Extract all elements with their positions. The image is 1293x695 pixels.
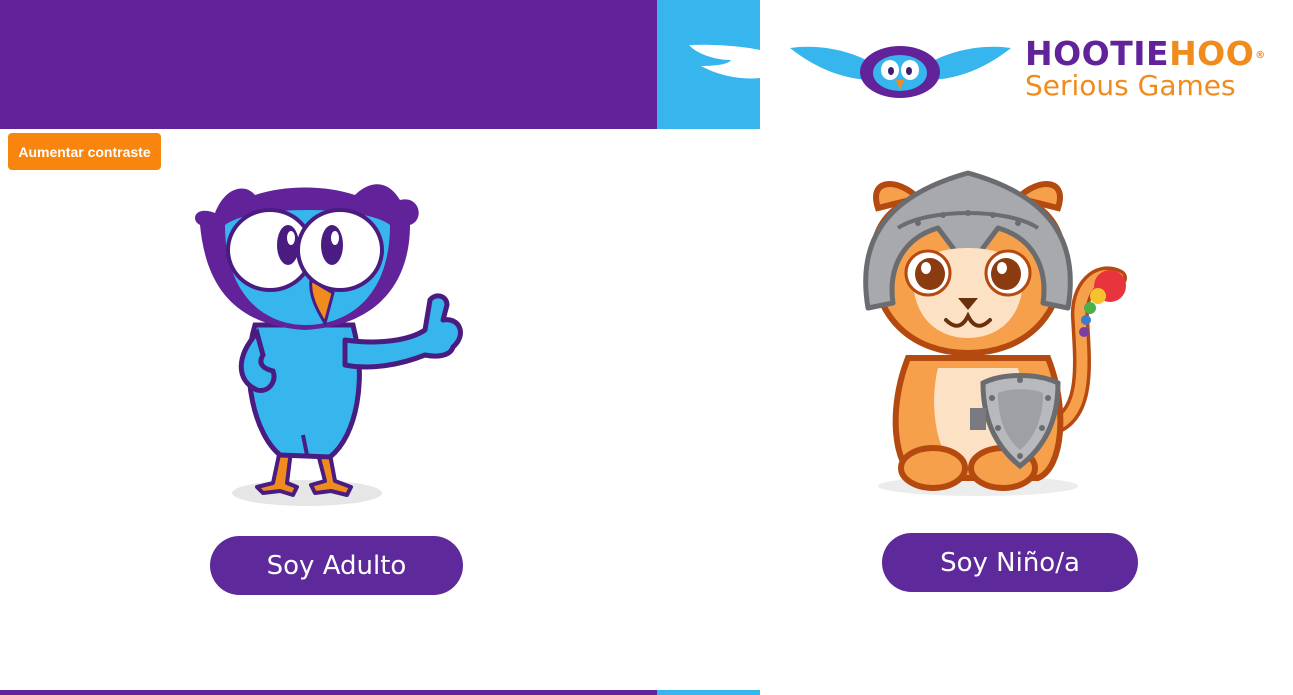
brand-name-part2: HOO <box>1169 34 1255 73</box>
adult-option-button[interactable]: Soy Adulto <box>210 536 463 595</box>
header-band-blue <box>657 0 760 129</box>
wing-decoration-icon <box>689 44 760 79</box>
brand-wordmark: HOOTIEHOO® Serious Games <box>1025 34 1266 100</box>
registered-mark: ® <box>1255 50 1266 61</box>
tiger-mascot-icon <box>863 170 1127 496</box>
child-option-button[interactable]: Soy Niño/a <box>882 533 1138 592</box>
increase-contrast-button[interactable]: Aumentar contraste <box>8 133 161 170</box>
brand-name: HOOTIEHOO® <box>1025 34 1266 74</box>
footer-band-blue <box>657 690 760 695</box>
brand-tagline: Serious Games <box>1025 69 1236 102</box>
header-band-purple <box>0 0 657 129</box>
footer-band-purple <box>0 690 657 695</box>
page: HOOTIEHOO® Serious Games Aumentar contra… <box>0 0 1293 695</box>
owl-mascot-icon <box>195 184 463 506</box>
owl-logo-icon <box>790 46 1011 98</box>
brand-name-part1: HOOTIE <box>1025 34 1170 73</box>
brand-logo: HOOTIEHOO® Serious Games <box>788 34 1288 114</box>
